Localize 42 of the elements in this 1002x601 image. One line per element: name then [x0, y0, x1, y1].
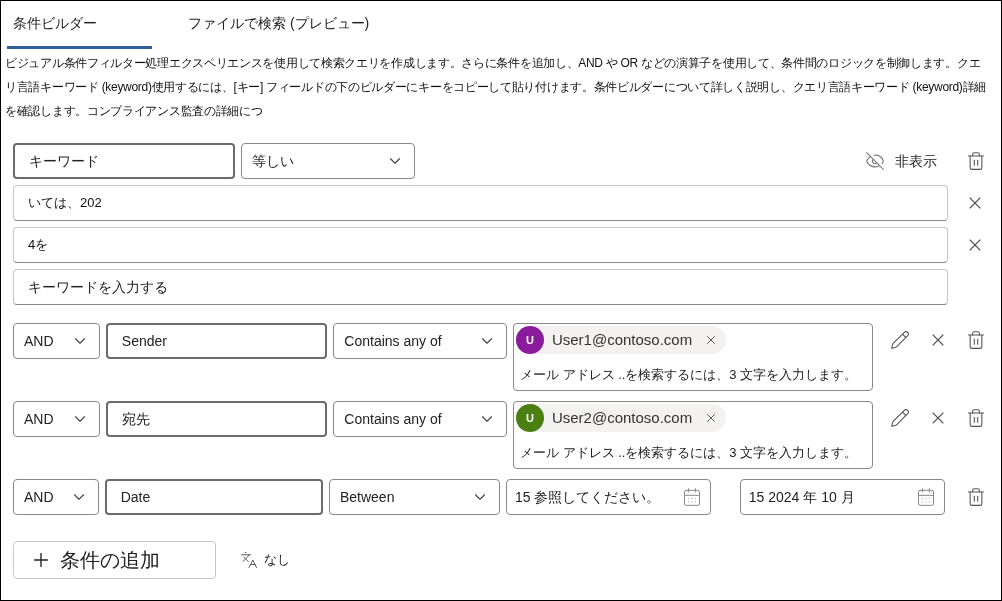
- email-text: User1@contoso.com: [551, 329, 693, 350]
- field-input[interactable]: キーワード: [13, 143, 235, 179]
- translate-icon: [240, 551, 258, 569]
- field-input[interactable]: 宛先: [105, 401, 328, 437]
- tab[interactable]: 条件ビルダー: [7, 1, 152, 49]
- eye-off-icon: [865, 151, 885, 171]
- language-button[interactable]: なし: [240, 550, 290, 570]
- hide-button[interactable]: 非表示: [865, 150, 937, 172]
- field-input[interactable]: Date: [104, 479, 323, 515]
- keyword-input[interactable]: キーワードを入力する: [13, 269, 948, 305]
- people-picker[interactable]: U User2@contoso.com メール アドレス ..を検索するには、3 文字を入力します。: [512, 401, 873, 469]
- avatar: U: [515, 404, 544, 432]
- date-picker[interactable]: 15 2024 年 10 月: [739, 479, 945, 515]
- operator-dropdown[interactable]: Contains any of: [333, 401, 507, 437]
- field-input[interactable]: Sender: [105, 323, 328, 359]
- people-picker[interactable]: U User1@contoso.com メール アドレス ..を検索するには、3 文字を入力します。: [512, 323, 873, 391]
- trash-icon: [966, 151, 986, 171]
- trash-icon: [966, 330, 986, 350]
- connector-dropdown[interactable]: AND: [13, 323, 100, 359]
- keyword-value[interactable]: 4を: [13, 227, 948, 263]
- add-condition-button[interactable]: 条件の追加: [13, 541, 216, 579]
- operator-dropdown[interactable]: Between: [328, 479, 500, 515]
- person-chip[interactable]: U User2@contoso.com: [515, 404, 727, 432]
- tab[interactable]: ファイルで検索 (プレビュー): [182, 1, 376, 49]
- keyword-value[interactable]: いては、202: [13, 185, 948, 221]
- operator-dropdown[interactable]: Contains any of: [333, 323, 507, 359]
- hint-text: メール アドレス ..を検索するには、3 文字を入力します。: [518, 365, 859, 384]
- description-text: ビジュアル条件フィルター処理エクスペリエンスを使用して検索クエリを作成します。さらに条件を追加し、AND や OR などの演算子を使用して、条件間のロジックを制御します。クエリ言語キーワード (keyword)使用するには、[キー] フィールドの下のビルダーにキーをコピーして貼り付けます。条件ビルダーについて詳しく説明し、クエリ言語キーワード (keyword)詳細を確認します。コンプライアンス監査の詳細につ: [4, 55, 987, 120]
- calendar-icon: [916, 487, 936, 507]
- trash-icon: [966, 487, 986, 507]
- operator-dropdown[interactable]: 等しい: [241, 143, 415, 179]
- person-chip[interactable]: U User1@contoso.com: [515, 326, 727, 354]
- calendar-icon: [682, 487, 703, 507]
- trash-icon: [966, 408, 986, 428]
- connector-dropdown[interactable]: AND: [13, 401, 100, 437]
- connector-dropdown[interactable]: AND: [13, 479, 99, 515]
- hint-text: メール アドレス ..を検索するには、3 文字を入力します。: [518, 443, 859, 462]
- email-text: User2@contoso.com: [551, 407, 693, 428]
- date-picker[interactable]: 15 参照してください。: [505, 479, 712, 515]
- pencil-icon: [890, 330, 910, 350]
- avatar: U: [515, 326, 544, 354]
- pencil-icon: [890, 408, 910, 428]
